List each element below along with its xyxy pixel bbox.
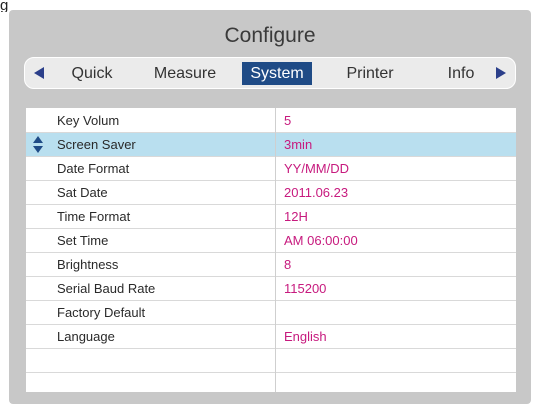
setting-row-screen-saver[interactable]: Screen Saver 3min xyxy=(26,133,516,157)
setting-label: Factory Default xyxy=(57,305,146,320)
setting-value: AM 06:00:00 xyxy=(284,233,358,248)
setting-row-factory-default[interactable]: Factory Default xyxy=(26,301,516,325)
setting-value: 2011.06.23 xyxy=(284,185,349,200)
setting-row-date-format[interactable]: Date Format YY/MM/DD xyxy=(26,157,516,181)
setting-row-serial-baud-rate[interactable]: Serial Baud Rate 115200 xyxy=(26,277,516,301)
setting-label: Serial Baud Rate xyxy=(57,281,156,296)
setting-row-time-format[interactable]: Time Format 12H xyxy=(26,205,516,229)
setting-value: 3min xyxy=(284,137,313,152)
setting-label: Language xyxy=(57,329,115,344)
setting-row-sat-date[interactable]: Sat Date 2011.06.23 xyxy=(26,181,516,205)
setting-value: 5 xyxy=(284,113,292,128)
tab-quick[interactable]: Quick xyxy=(64,62,120,85)
setting-row-language[interactable]: Language English xyxy=(26,325,516,349)
triangle-left-icon[interactable] xyxy=(34,67,44,79)
screen-title: Configure xyxy=(224,24,316,47)
setting-row-empty xyxy=(26,349,516,373)
tab-info[interactable]: Info xyxy=(441,62,481,85)
setting-row-brightness[interactable]: Brightness 8 xyxy=(26,253,516,277)
settings-table: Key Volum 5 Screen Saver 3min Date Forma… xyxy=(26,106,516,392)
configure-panel: Configure Quick Measure System Printer I… xyxy=(9,10,531,404)
setting-value: 8 xyxy=(284,257,292,272)
setting-label: Key Volum xyxy=(57,113,120,128)
setting-label: Set Time xyxy=(57,233,109,248)
tab-measure[interactable]: Measure xyxy=(143,62,227,85)
setting-value: 115200 xyxy=(284,281,327,296)
setting-label: Screen Saver xyxy=(57,137,136,152)
up-down-arrows-icon xyxy=(33,135,43,155)
tab-system[interactable]: System xyxy=(242,62,312,85)
tab-bar: Quick Measure System Printer Info xyxy=(24,57,516,89)
setting-value: YY/MM/DD xyxy=(284,161,349,176)
tab-printer[interactable]: Printer xyxy=(330,62,410,85)
column-divider xyxy=(275,108,276,392)
setting-value: 12H xyxy=(284,209,308,224)
setting-label: Date Format xyxy=(57,161,130,176)
setting-label: Brightness xyxy=(57,257,119,272)
triangle-right-icon[interactable] xyxy=(496,67,506,79)
setting-value: English xyxy=(284,329,327,344)
setting-label: Sat Date xyxy=(57,185,108,200)
setting-label: Time Format xyxy=(57,209,131,224)
setting-row-key-volum[interactable]: Key Volum 5 xyxy=(26,109,516,133)
setting-row-set-time[interactable]: Set Time AM 06:00:00 xyxy=(26,229,516,253)
